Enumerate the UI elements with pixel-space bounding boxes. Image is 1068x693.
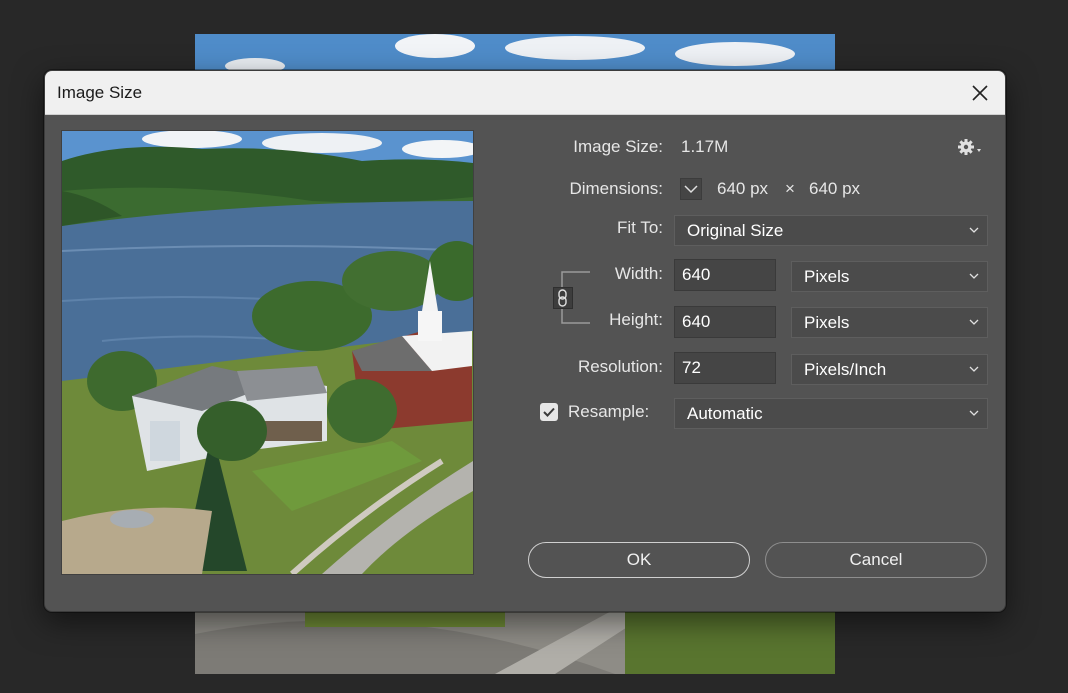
width-input[interactable]: 640 [674,259,776,291]
height-unit-select[interactable]: Pixels [791,307,988,338]
image-size-value: 1.17M [681,137,729,156]
height-label: Height: [609,310,663,329]
dimensions-height-value: 640 px [809,179,861,198]
close-icon[interactable] [969,82,991,104]
resolution-unit-value: Pixels/Inch [804,360,887,379]
resolution-unit-select[interactable]: Pixels/Inch [791,354,988,385]
chevron-down-icon [684,185,698,194]
dialog-title: Image Size [57,83,143,102]
cancel-button[interactable]: Cancel [765,542,987,578]
chevron-down-icon [969,227,979,233]
dimensions-label: Dimensions: [569,179,663,198]
dialog-titlebar: Image Size [45,71,1005,115]
resample-label: Resample: [568,402,650,421]
link-icon[interactable] [553,287,573,309]
fit-to-select[interactable]: Original Size [674,215,988,246]
width-unit-value: Pixels [804,267,850,286]
dimensions-width-value: 640 px [717,179,769,198]
resample-select[interactable]: Automatic [674,398,988,429]
resolution-label: Resolution: [577,357,663,376]
height-input[interactable]: 640 [674,306,776,338]
chevron-down-icon [969,319,979,325]
chevron-down-icon [969,273,979,279]
dimensions-separator: × [785,179,795,198]
height-unit-value: Pixels [804,313,850,332]
image-size-dialog: Image Size Image Size: 1.17M Dimensions:… [44,70,1006,612]
resample-value: Automatic [687,404,763,423]
resample-checkbox[interactable] [540,403,558,421]
chevron-down-icon [969,366,979,372]
chevron-down-icon [969,410,979,416]
ok-button[interactable]: OK [528,542,750,578]
resolution-input[interactable]: 72 [674,352,776,384]
checkmark-icon [543,407,555,417]
image-size-label: Image Size: [573,137,663,156]
fit-to-value: Original Size [687,221,784,240]
fit-to-label: Fit To: [617,218,663,237]
width-unit-select[interactable]: Pixels [791,261,988,292]
image-preview[interactable] [62,131,473,574]
dimensions-unit-toggle[interactable] [680,178,702,200]
width-label: Width: [614,264,663,283]
gear-icon[interactable] [957,137,985,157]
